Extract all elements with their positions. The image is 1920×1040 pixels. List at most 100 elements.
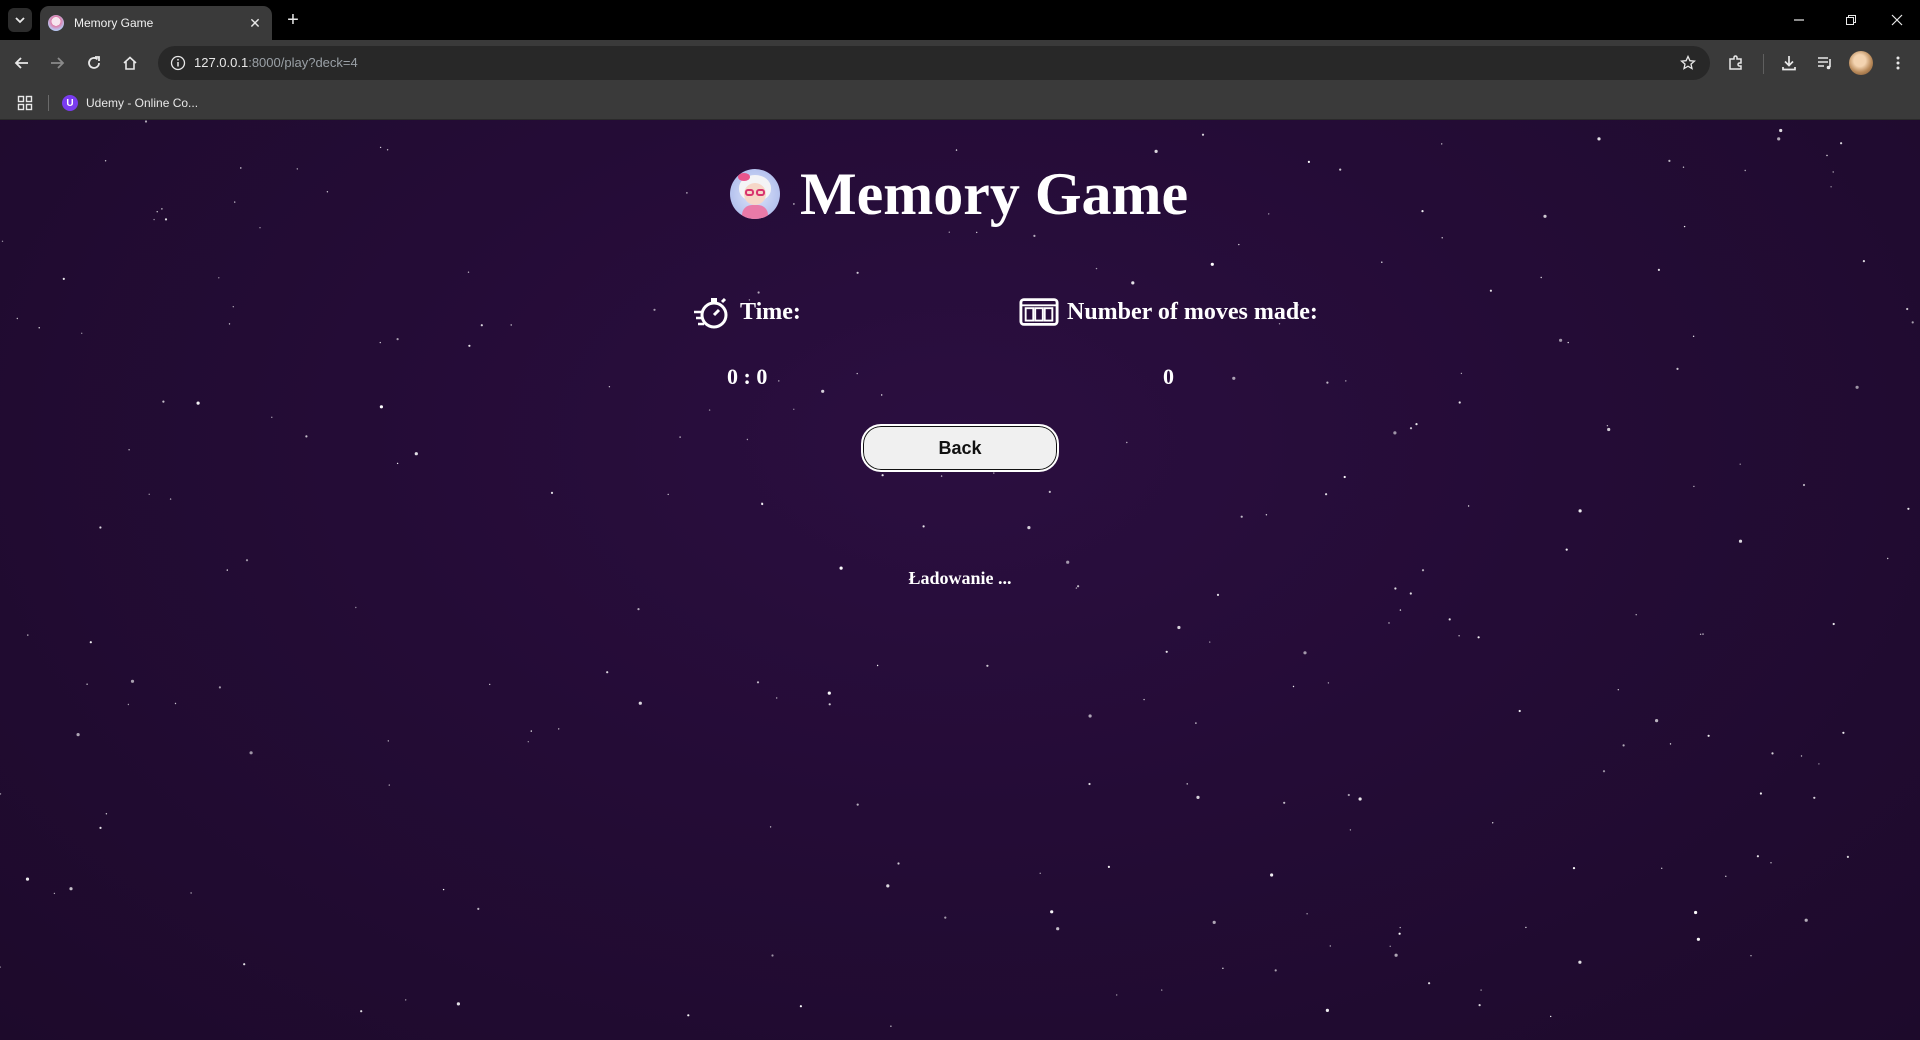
star	[76, 733, 80, 737]
apps-grid-icon[interactable]	[16, 94, 34, 112]
bookmarks-divider	[48, 95, 49, 111]
star	[477, 907, 480, 911]
star	[1240, 515, 1243, 518]
star	[776, 697, 778, 699]
forward-nav-button[interactable]	[45, 51, 69, 75]
star	[1329, 945, 1332, 947]
star	[940, 475, 943, 477]
star	[1657, 268, 1660, 271]
star	[1143, 698, 1145, 701]
star	[1756, 855, 1759, 858]
tab-search-button[interactable]	[8, 8, 32, 32]
site-info-icon[interactable]	[168, 53, 188, 73]
close-tab-icon[interactable]: ✕	[246, 14, 264, 32]
star	[1126, 441, 1128, 444]
star	[1066, 560, 1070, 564]
star	[746, 438, 749, 441]
counter-icon	[1019, 292, 1059, 332]
close-window-button[interactable]	[1874, 0, 1920, 40]
extensions-button[interactable]	[1724, 51, 1748, 75]
star	[527, 741, 529, 743]
restore-button[interactable]	[1828, 0, 1874, 40]
star	[1458, 401, 1461, 404]
star	[1033, 234, 1036, 237]
browser-menu-button[interactable]	[1886, 51, 1910, 75]
bookmark-udemy[interactable]: U Udemy - Online Co...	[62, 93, 198, 113]
star	[480, 324, 483, 327]
star	[99, 826, 102, 830]
tab-strip: Memory Game ✕ +	[0, 0, 1920, 40]
profile-avatar[interactable]	[1849, 51, 1873, 75]
time-header: Time:	[692, 292, 801, 332]
star	[1088, 714, 1092, 718]
address-bar[interactable]: 127.0.0.1:8000/play?deck=4	[158, 46, 1710, 80]
star	[1195, 722, 1197, 724]
star	[164, 218, 168, 221]
star	[1177, 625, 1181, 630]
star	[161, 208, 163, 210]
star	[1358, 797, 1362, 801]
downloads-button[interactable]	[1777, 51, 1801, 75]
star	[1186, 783, 1188, 785]
star	[1448, 618, 1451, 621]
star	[1327, 682, 1330, 684]
star	[240, 167, 242, 169]
star	[976, 231, 978, 234]
star	[1222, 967, 1224, 969]
star	[761, 502, 764, 506]
star	[1887, 557, 1889, 560]
star	[1201, 133, 1205, 136]
star	[1759, 792, 1762, 795]
star	[249, 751, 253, 755]
star	[944, 916, 947, 919]
star	[948, 231, 950, 233]
star	[130, 679, 135, 683]
star	[1855, 385, 1859, 389]
star	[228, 323, 231, 325]
bookmark-star-icon[interactable]	[1678, 53, 1698, 73]
star	[778, 380, 780, 382]
reload-button[interactable]	[82, 51, 106, 75]
star	[1265, 514, 1268, 516]
star	[1460, 372, 1463, 375]
star	[1676, 367, 1679, 370]
star	[1421, 210, 1424, 213]
browser-tab-active[interactable]: Memory Game ✕	[40, 6, 272, 40]
star	[1274, 969, 1277, 972]
home-button[interactable]	[118, 51, 142, 75]
star	[190, 892, 192, 894]
star	[608, 386, 611, 388]
star	[396, 462, 399, 465]
star	[1800, 755, 1803, 757]
star	[1210, 262, 1214, 266]
star	[1739, 463, 1741, 465]
star	[148, 493, 150, 495]
moves-header: Number of moves made:	[1019, 292, 1318, 332]
star	[922, 525, 925, 528]
time-value: 0 : 0	[727, 364, 768, 389]
star	[1540, 276, 1542, 279]
star	[1750, 955, 1752, 957]
star	[1802, 483, 1806, 487]
back-button[interactable]: Back	[861, 424, 1059, 472]
back-nav-button[interactable]	[10, 51, 34, 75]
minimize-button[interactable]	[1776, 0, 1822, 40]
star	[1095, 267, 1098, 270]
star	[1744, 169, 1746, 172]
star	[1480, 989, 1482, 991]
star	[1056, 927, 1060, 931]
star	[881, 394, 883, 396]
star	[1693, 485, 1695, 488]
star	[1050, 910, 1054, 914]
star	[606, 671, 609, 674]
star	[326, 191, 329, 193]
media-controls-button[interactable]	[1813, 51, 1837, 75]
star	[1292, 685, 1295, 688]
new-tab-button[interactable]: +	[282, 9, 304, 31]
queue-music-icon	[1818, 57, 1831, 70]
star	[296, 168, 298, 170]
star	[856, 803, 859, 806]
star	[1842, 731, 1845, 734]
star	[1683, 225, 1686, 228]
star	[1655, 719, 1659, 723]
